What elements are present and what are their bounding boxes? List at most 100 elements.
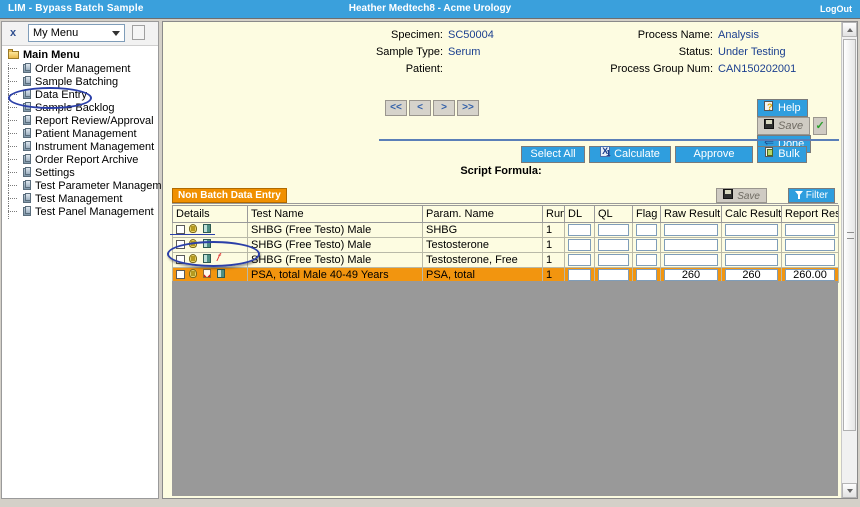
row-details-cell[interactable] (172, 252, 248, 268)
row-dl[interactable] (564, 252, 595, 268)
row-checkbox[interactable] (176, 225, 185, 234)
grid-filter-button[interactable]: Filter (787, 188, 835, 203)
tab-non-batch-data-entry[interactable]: Non Batch Data Entry (172, 188, 287, 203)
row-calc-result[interactable] (721, 222, 782, 238)
row-checkbox[interactable] (176, 270, 185, 279)
specimen-icon[interactable] (188, 224, 199, 234)
sidebar-item-data-entry[interactable]: Data Entry (2, 89, 158, 102)
row-calc-result[interactable] (721, 237, 782, 253)
sidebar-item-test-panel-management[interactable]: Test Panel Management (2, 206, 158, 219)
section-divider (379, 139, 839, 141)
scrollbar-grip (847, 232, 854, 239)
book-icon[interactable] (202, 254, 213, 264)
content-scrollbar[interactable] (841, 22, 857, 498)
specimen-icon[interactable] (188, 269, 199, 279)
column-header-flag[interactable]: Flag (632, 205, 661, 223)
report-result-input[interactable]: 260.00 (785, 269, 835, 281)
grid-action-buttons: Select All Calculate Approve Bulk (521, 146, 811, 163)
sidebar-item-sample-batching[interactable]: Sample Batching (2, 76, 158, 89)
row-checkbox[interactable] (176, 240, 185, 249)
sidebar-item-label: Sample Batching (35, 76, 119, 88)
calc-result-input[interactable]: 260 (725, 269, 778, 281)
table-row[interactable]: SHBG (Free Testo) Male SHBG 1 (172, 222, 839, 238)
approve-button[interactable]: Approve (675, 146, 753, 163)
sidebar-item-settings[interactable]: Settings (2, 167, 158, 180)
sample-type-value: Serum (448, 46, 481, 58)
record-navigation: << < > >> (385, 100, 481, 116)
next-record-button[interactable]: > (433, 100, 455, 116)
raw-result-input[interactable]: 260 (664, 269, 718, 281)
specimen-icon[interactable] (188, 254, 199, 264)
navigation-pane: x My Menu Main Menu Order Management Sam (1, 21, 177, 499)
sidebar-item-order-management[interactable]: Order Management (2, 63, 158, 76)
sidebar-item-patient-management[interactable]: Patient Management (2, 128, 158, 141)
row-flag[interactable] (632, 252, 661, 268)
scroll-up-icon[interactable] (842, 22, 857, 37)
column-header-calc-result[interactable]: Calc Result (721, 205, 782, 223)
row-report-result[interactable] (781, 252, 839, 268)
scrollbar-thumb[interactable] (843, 39, 856, 431)
column-header-ql[interactable]: QL (594, 205, 633, 223)
specimen-label: Specimen: (391, 29, 443, 41)
column-header-test-name[interactable]: Test Name (247, 205, 423, 223)
row-run: 1 (542, 222, 565, 238)
sidebar-item-test-parameter-management[interactable]: Test Parameter Management (2, 180, 177, 193)
tree-dash (8, 198, 17, 200)
select-all-button[interactable]: Select All (521, 146, 585, 163)
row-calc-result[interactable] (721, 252, 782, 268)
specimen-icon[interactable] (188, 239, 199, 249)
calculate-button[interactable]: Calculate (589, 146, 671, 163)
help-button[interactable]: Help (757, 99, 808, 117)
prev-record-button[interactable]: < (409, 100, 431, 116)
row-details-cell[interactable] (172, 222, 248, 238)
bulk-button[interactable]: Bulk (757, 146, 807, 163)
row-dl[interactable] (564, 222, 595, 238)
menu-extra-button[interactable] (132, 25, 145, 40)
table-row[interactable]: SHBG (Free Testo) Male Testosterone 1 (172, 237, 839, 253)
sidebar-item-test-management[interactable]: Test Management (2, 193, 158, 206)
folder-icon (8, 49, 20, 59)
column-header-dl[interactable]: DL (564, 205, 595, 223)
row-raw-result[interactable] (660, 222, 722, 238)
column-header-run[interactable]: Run (542, 205, 565, 223)
tree-root-main-menu[interactable]: Main Menu (2, 48, 158, 63)
book-icon[interactable] (216, 269, 227, 279)
last-record-button[interactable]: >> (457, 100, 479, 116)
close-icon[interactable]: x (10, 27, 16, 39)
row-raw-result[interactable] (660, 237, 722, 253)
column-header-raw-result[interactable]: Raw Result (660, 205, 722, 223)
module-icon (22, 115, 33, 126)
chart-icon[interactable] (202, 269, 213, 279)
tree-dash (8, 120, 17, 122)
menu-select[interactable]: My Menu (28, 24, 125, 42)
book-icon[interactable] (202, 224, 213, 234)
logout-link[interactable]: LogOut (820, 4, 852, 14)
column-header-param-name[interactable]: Param. Name (422, 205, 543, 223)
save-button[interactable]: Save (757, 117, 811, 135)
sidebar-item-sample-backlog[interactable]: Sample Backlog (2, 102, 158, 115)
formula-icon[interactable] (216, 254, 226, 266)
row-flag[interactable] (632, 237, 661, 253)
sidebar-item-instrument-management[interactable]: Instrument Management (2, 141, 158, 154)
row-ql[interactable] (594, 237, 633, 253)
row-ql[interactable] (594, 252, 633, 268)
disk-icon (723, 189, 734, 200)
row-ql[interactable] (594, 222, 633, 238)
column-header-details[interactable]: Details (172, 205, 248, 223)
row-dl[interactable] (564, 237, 595, 253)
row-flag[interactable] (632, 222, 661, 238)
first-record-button[interactable]: << (385, 100, 407, 116)
row-report-result[interactable] (781, 237, 839, 253)
scroll-down-icon[interactable] (842, 483, 857, 498)
grid-save-button[interactable]: Save (716, 188, 767, 203)
row-raw-result[interactable] (660, 252, 722, 268)
table-row[interactable]: SHBG (Free Testo) Male Testosterone, Fre… (172, 252, 839, 268)
column-header-report-result[interactable]: Report Res (781, 205, 839, 223)
row-checkbox[interactable] (176, 255, 185, 264)
row-details-cell[interactable] (172, 237, 248, 253)
sidebar-item-order-report-archive[interactable]: Order Report Archive (2, 154, 158, 167)
status-value: Under Testing (718, 46, 786, 58)
row-report-result[interactable] (781, 222, 839, 238)
sidebar-item-report-review-approval[interactable]: Report Review/Approval (2, 115, 158, 128)
book-icon[interactable] (202, 239, 213, 249)
